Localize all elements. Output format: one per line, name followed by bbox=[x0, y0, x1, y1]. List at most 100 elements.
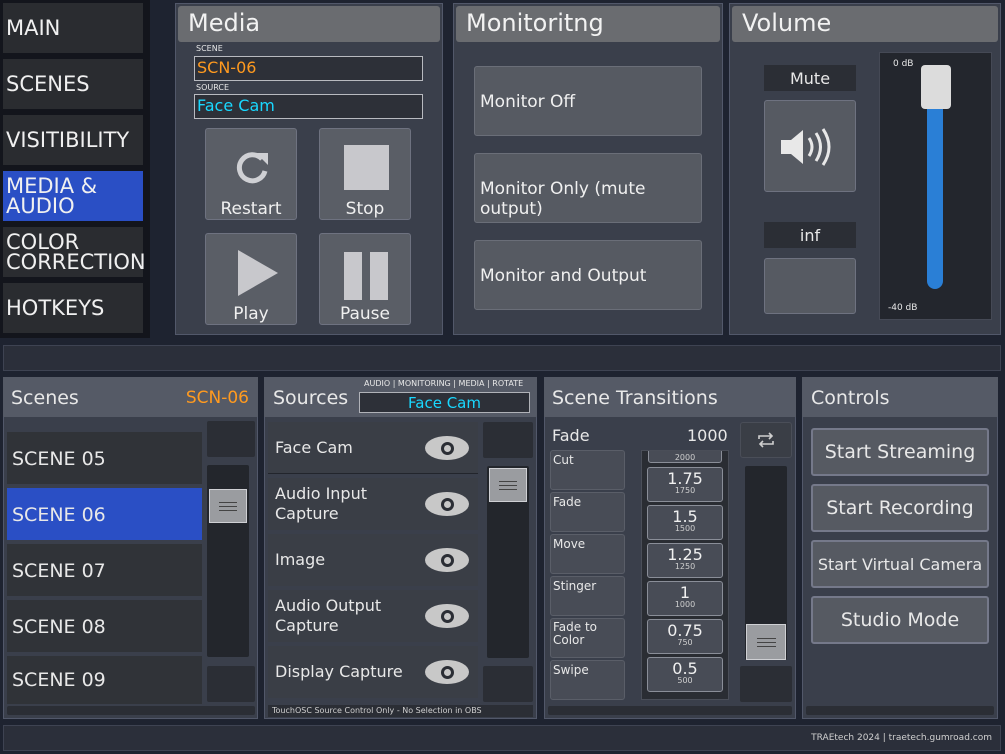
duration-button[interactable]: 1.5 1500 bbox=[647, 505, 723, 540]
transition-fade-button[interactable]: Fade bbox=[550, 492, 625, 532]
mute-label: Mute bbox=[764, 65, 856, 91]
duration-button[interactable]: 0.5 500 bbox=[647, 657, 723, 692]
source-row[interactable]: Face Cam bbox=[268, 422, 478, 474]
duration-button[interactable]: 0.75 750 bbox=[647, 619, 723, 654]
duration-button[interactable]: 1.75 1750 bbox=[647, 467, 723, 502]
fader-fill bbox=[927, 93, 943, 289]
scenes-header: Scenes SCN-06 bbox=[3, 377, 258, 417]
volume-level-label: inf bbox=[764, 222, 856, 248]
duration-button-partial[interactable]: 2000 bbox=[648, 451, 722, 463]
source-field[interactable]: Face Cam bbox=[194, 94, 423, 119]
scene-item[interactable]: SCENE 05 bbox=[7, 432, 202, 484]
scene-field[interactable]: SCN-06 bbox=[194, 56, 423, 81]
sources-title: Sources bbox=[273, 387, 349, 409]
nav-visibility[interactable]: VISITIBILITY bbox=[3, 115, 143, 165]
scenes-scroll-bottom bbox=[207, 666, 255, 702]
sources-scroll-handle[interactable] bbox=[489, 468, 527, 502]
source-row[interactable]: Image bbox=[268, 534, 478, 586]
monitor-only-button[interactable]: Monitor Only (mute output) bbox=[474, 153, 702, 223]
controls-title: Controls bbox=[811, 387, 890, 409]
swap-button[interactable] bbox=[740, 422, 792, 458]
restart-button[interactable]: Restart bbox=[205, 128, 297, 220]
sources-footer: TouchOSC Source Control Only - No Select… bbox=[268, 705, 533, 717]
sources-scroll-bottom bbox=[483, 666, 533, 702]
monitor-off-button[interactable]: Monitor Off bbox=[474, 66, 702, 136]
eye-icon[interactable] bbox=[425, 660, 469, 684]
duration-button[interactable]: 1 1000 bbox=[647, 581, 723, 616]
transition-slider-bottom bbox=[740, 666, 792, 702]
scene-item-selected[interactable]: SCENE 06 bbox=[7, 488, 202, 540]
transition-slider[interactable] bbox=[745, 466, 787, 660]
transition-stinger-button[interactable]: Stinger bbox=[550, 576, 625, 616]
sources-mode-label: AUDIO | MONITORING | MEDIA | ROTATE bbox=[364, 379, 524, 388]
transitions-footer-bar bbox=[548, 706, 792, 715]
monitor-and-output-button[interactable]: Monitor and Output bbox=[474, 240, 702, 310]
source-row[interactable]: Audio Output Capture bbox=[268, 590, 478, 642]
fader-bottom-label: -40 dB bbox=[888, 303, 918, 313]
transition-swipe-button[interactable]: Swipe bbox=[550, 660, 625, 700]
swap-icon bbox=[758, 432, 774, 448]
scenes-current: SCN-06 bbox=[185, 388, 249, 408]
restart-icon bbox=[236, 152, 268, 184]
sources-selected[interactable]: Face Cam bbox=[359, 392, 530, 413]
fader-handle[interactable] bbox=[921, 65, 951, 109]
monitoring-title: Monitoritng bbox=[456, 6, 720, 42]
source-row[interactable]: Display Capture bbox=[268, 646, 478, 698]
start-streaming-button[interactable]: Start Streaming bbox=[811, 428, 989, 476]
controls-header: Controls bbox=[802, 377, 998, 417]
stop-icon bbox=[344, 145, 389, 190]
nav-media-audio[interactable]: MEDIA & AUDIO bbox=[3, 171, 143, 221]
pause-icon bbox=[344, 252, 390, 300]
start-recording-button[interactable]: Start Recording bbox=[811, 484, 989, 532]
scenes-footer-bar bbox=[7, 706, 255, 715]
scenes-scroll-top bbox=[207, 421, 255, 457]
scene-item[interactable]: SCENE 08 bbox=[7, 600, 202, 652]
scenes-title: Scenes bbox=[11, 387, 79, 409]
scene-label: SCENE bbox=[196, 44, 223, 53]
sources-scrollbar[interactable] bbox=[487, 466, 529, 658]
play-icon bbox=[238, 250, 278, 296]
transition-current-duration: 1000 bbox=[687, 426, 728, 445]
mute-button[interactable] bbox=[764, 100, 856, 192]
speaker-icon bbox=[781, 128, 831, 166]
source-label: SOURCE bbox=[196, 83, 230, 92]
sources-scroll-top bbox=[483, 422, 533, 458]
nav-scenes[interactable]: SCENES bbox=[3, 59, 143, 109]
stop-button[interactable]: Stop bbox=[319, 128, 411, 220]
scene-item[interactable]: SCENE 09 bbox=[7, 656, 202, 704]
duration-button[interactable]: 1.25 1250 bbox=[647, 543, 723, 578]
level-button[interactable] bbox=[764, 258, 856, 314]
eye-icon[interactable] bbox=[425, 492, 469, 516]
footer-credit: TRAEtech 2024 | traetech.gumroad.com bbox=[811, 733, 992, 743]
media-title: Media bbox=[178, 6, 440, 42]
footer-bar: TRAEtech 2024 | traetech.gumroad.com bbox=[3, 725, 1001, 751]
volume-title: Volume bbox=[732, 6, 998, 42]
scenes-scrollbar[interactable] bbox=[207, 465, 249, 657]
nav-main[interactable]: MAIN bbox=[3, 3, 143, 53]
studio-mode-button[interactable]: Studio Mode bbox=[811, 596, 989, 644]
sidebar-nav: MAIN SCENES VISITIBILITY MEDIA & AUDIO C… bbox=[0, 0, 150, 338]
transition-fade-to-color-button[interactable]: Fade to Color bbox=[550, 618, 625, 658]
controls-footer-bar bbox=[806, 706, 994, 715]
fader-top-label: 0 dB bbox=[893, 59, 914, 69]
nav-color-correction[interactable]: COLOR CORRECTION bbox=[3, 227, 146, 277]
transition-current-name: Fade bbox=[552, 426, 590, 445]
eye-icon[interactable] bbox=[425, 436, 469, 460]
pause-button[interactable]: Pause bbox=[319, 233, 411, 325]
transition-slider-handle[interactable] bbox=[746, 624, 786, 660]
scene-item[interactable]: SCENE 07 bbox=[7, 544, 202, 596]
transitions-header: Scene Transitions bbox=[544, 377, 796, 417]
nav-hotkeys[interactable]: HOTKEYS bbox=[3, 283, 143, 333]
eye-icon[interactable] bbox=[425, 604, 469, 628]
transitions-title: Scene Transitions bbox=[552, 387, 718, 409]
sources-header: Sources AUDIO | MONITORING | MEDIA | ROT… bbox=[264, 377, 537, 417]
transition-move-button[interactable]: Move bbox=[550, 534, 625, 574]
scenes-scroll-handle[interactable] bbox=[209, 489, 247, 523]
eye-icon[interactable] bbox=[425, 548, 469, 572]
start-virtual-camera-button[interactable]: Start Virtual Camera bbox=[811, 540, 989, 588]
status-bar bbox=[3, 345, 1001, 371]
transition-cut-button[interactable]: Cut bbox=[550, 450, 625, 490]
source-row[interactable]: Audio Input Capture bbox=[268, 478, 478, 530]
volume-fader[interactable]: 0 dB -40 dB bbox=[879, 52, 992, 320]
play-button[interactable]: Play bbox=[205, 233, 297, 325]
